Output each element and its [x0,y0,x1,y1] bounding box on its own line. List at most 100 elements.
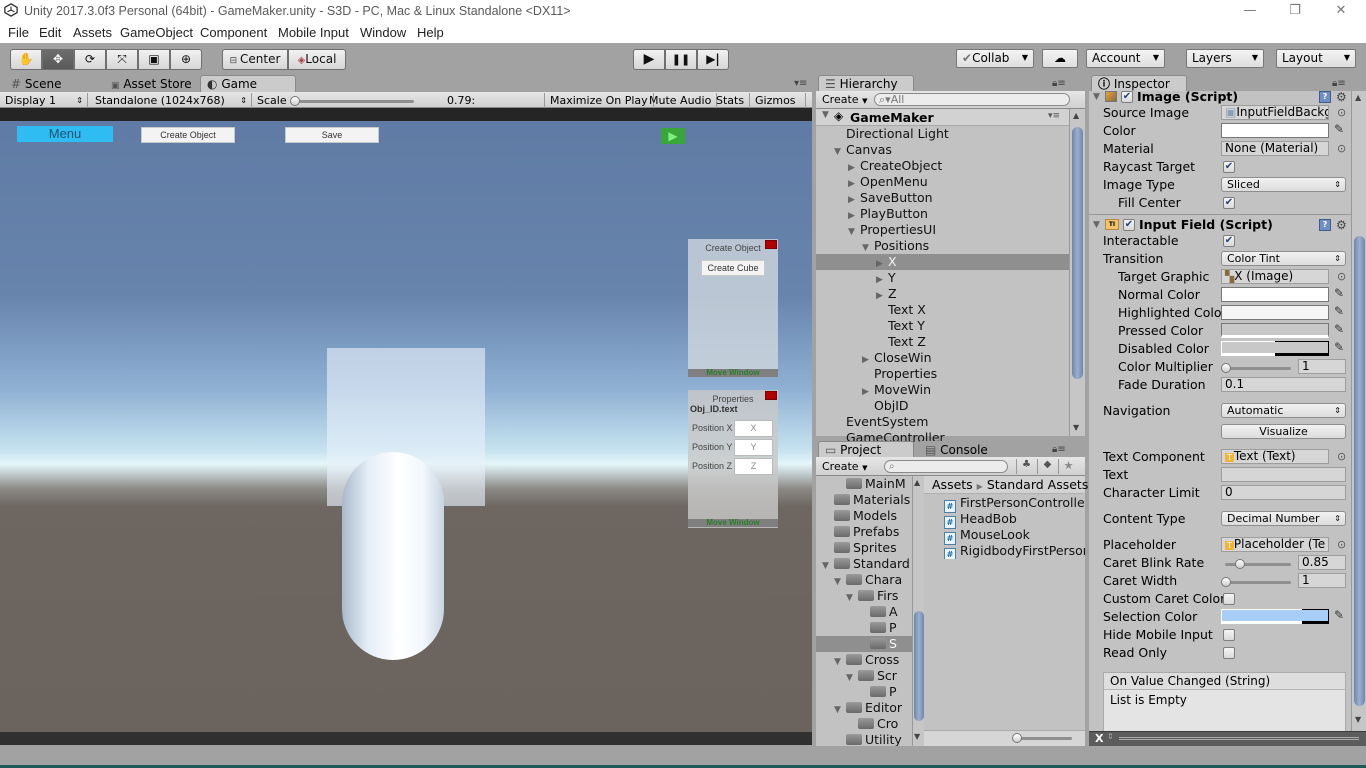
help-book-icon[interactable]: ? [1319,91,1331,103]
menu-edit[interactable]: Edit [39,25,61,40]
project-folder-item[interactable]: ▼ Standard [816,556,912,572]
tab-scene[interactable]: # Scene [4,75,100,93]
project-folder-item[interactable]: ▼ Editor [816,700,912,716]
cloud-button[interactable]: ☁ [1042,49,1078,68]
menu-gameobject[interactable]: GameObject [120,25,193,40]
display-dropdown[interactable]: Display 1 ⇕ [0,93,88,108]
input-field-enabled-checkbox[interactable]: ✔ [1123,219,1135,231]
caret-width-slider-track[interactable] [1225,581,1291,584]
preview-drag-handle[interactable] [1119,737,1359,740]
project-file-item[interactable]: # MouseLook [944,527,1085,545]
menu-button[interactable]: Menu [17,126,113,142]
caret-width-field[interactable]: 1 [1298,573,1346,588]
menu-mobile-input[interactable]: Mobile Input [278,25,349,40]
move-tool-button[interactable]: ✥ [42,49,74,70]
expanded-arrow-icon[interactable]: ▼ [834,574,846,590]
create-cube-button[interactable]: Create Cube [701,260,765,276]
expanded-arrow-icon[interactable]: ▼ [846,590,858,606]
project-folder-item[interactable]: Prefabs [816,524,912,540]
help-book-icon[interactable]: ? [1319,219,1331,231]
hierarchy-item[interactable]: ▶ CloseWin [816,350,1069,366]
account-dropdown[interactable]: Account ▼ [1086,49,1165,68]
eyedropper-icon[interactable]: ✎ [1334,286,1344,300]
project-tree-scrollbar[interactable]: ▲ ▼ [912,476,924,746]
layout-dropdown[interactable]: Layout ▼ [1276,49,1356,68]
text-component-field[interactable]: T Text (Text) [1221,449,1329,464]
project-folder-item[interactable]: A [816,604,912,620]
position-x-input[interactable]: X [734,420,773,437]
object-picker-icon[interactable]: ⊙ [1337,270,1346,283]
scroll-down-icon[interactable]: ▼ [1073,423,1079,432]
filter-type-icon[interactable]: ♣ [1016,459,1036,474]
hierarchy-item[interactable]: Properties [816,366,1069,382]
collapse-arrow-icon[interactable]: ▼ [1093,91,1100,106]
project-file-item[interactable]: # HeadBob [944,511,1085,529]
hierarchy-item[interactable]: Text Z [816,334,1069,350]
expand-arrow-icon[interactable]: ▼ [822,110,829,120]
icon-size-slider-thumb[interactable] [1012,733,1022,743]
menu-file[interactable]: File [8,25,29,40]
project-folder-item[interactable]: ▼ Scr [816,668,912,684]
project-folder-item[interactable]: S [816,636,912,652]
eyedropper-icon[interactable]: ✎ [1334,608,1344,622]
scene-header-row[interactable]: ▼ ◈ GameMaker ▾≡ [816,109,1069,126]
breadcrumb-standard-assets[interactable]: Standard Assets [987,477,1089,492]
maximize-on-play-toggle[interactable]: Maximize On Play [544,93,654,108]
eyedropper-icon[interactable]: ✎ [1334,340,1344,354]
color-swatch[interactable] [1221,123,1329,138]
resolution-dropdown[interactable]: Standalone (1024x768) ⇕ [90,93,252,108]
project-tree-scroll-thumb[interactable] [914,611,924,721]
material-field[interactable]: None (Material) [1221,141,1329,156]
fade-duration-field[interactable]: 0.1 [1221,377,1346,392]
character-limit-field[interactable]: 0 [1221,485,1346,500]
caret-width-slider-thumb[interactable] [1221,577,1231,587]
hierarchy-create-dropdown[interactable]: Create ▼ [822,93,867,106]
transition-dropdown[interactable]: Color Tint ⇕ [1221,251,1346,266]
close-button[interactable]: ✕ [1321,2,1361,20]
expanded-arrow-icon[interactable]: ▼ [834,702,846,718]
gizmos-dropdown[interactable]: Gizmos ▼ [750,93,806,123]
source-image-field[interactable]: ▣InputFieldBackg [1221,105,1329,120]
content-type-dropdown[interactable]: Decimal Number ⇕ [1221,511,1346,526]
fill-center-checkbox[interactable]: ✔ [1223,197,1235,209]
expanded-arrow-icon[interactable]: ▼ [848,224,860,240]
project-folder-item[interactable]: P [816,684,912,700]
hierarchy-item[interactable]: ▼ Positions [816,238,1069,254]
selection-color-swatch[interactable] [1221,609,1329,624]
project-folder-item[interactable]: Materials [816,492,912,508]
collapse-arrow-icon[interactable]: ▼ [1093,216,1100,234]
lock-icon[interactable]: 🔒︎≡ [1052,444,1066,455]
tab-asset-store[interactable]: ▣ Asset Store [104,75,199,93]
normal-color-swatch[interactable] [1221,287,1329,302]
gear-icon[interactable]: ⚙ [1336,91,1347,106]
project-folder-item[interactable]: Utility [816,732,912,746]
move-window-handle[interactable]: Move Window [688,519,778,527]
expanded-arrow-icon[interactable]: ▼ [846,670,858,686]
eyedropper-icon[interactable]: ✎ [1334,304,1344,318]
project-file-item[interactable]: # RigidbodyFirstPersonC [944,543,1085,559]
hierarchy-item[interactable]: ▶ PlayButton [816,206,1069,222]
scroll-down-icon[interactable]: ▼ [914,732,920,741]
hierarchy-item[interactable]: ▶ MoveWin [816,382,1069,398]
scroll-up-icon[interactable]: ▲ [1073,111,1079,120]
rotate-tool-button[interactable]: ⟳ [74,49,106,70]
create-object-button[interactable]: Create Object [141,127,235,143]
collab-dropdown[interactable]: ✔Collab ▼ [956,49,1034,68]
caret-blink-slider-thumb[interactable] [1235,559,1246,569]
project-folder-item[interactable]: ▼ Firs [816,588,912,604]
hand-tool-button[interactable]: ✋ [10,49,42,70]
lock-icon[interactable]: 🔒︎≡ [1332,78,1346,89]
menu-help[interactable]: Help [417,25,444,40]
scroll-up-icon[interactable]: ▲ [1355,93,1361,102]
position-z-input[interactable]: Z [734,458,773,475]
project-search-input[interactable]: ⌕ [884,460,1008,473]
step-button[interactable]: ▶| [697,49,729,70]
move-window-handle[interactable]: Move Window [688,369,778,377]
hierarchy-item[interactable]: ▼ Canvas [816,142,1069,158]
object-picker-icon[interactable]: ⊙ [1337,142,1346,155]
highlighted-color-swatch[interactable] [1221,305,1329,320]
hierarchy-item[interactable]: ▶ Z [816,286,1069,302]
layers-dropdown[interactable]: Layers ▼ [1186,49,1264,68]
hierarchy-item[interactable]: Directional Light [816,126,1069,142]
hierarchy-item[interactable]: EventSystem [816,414,1069,430]
